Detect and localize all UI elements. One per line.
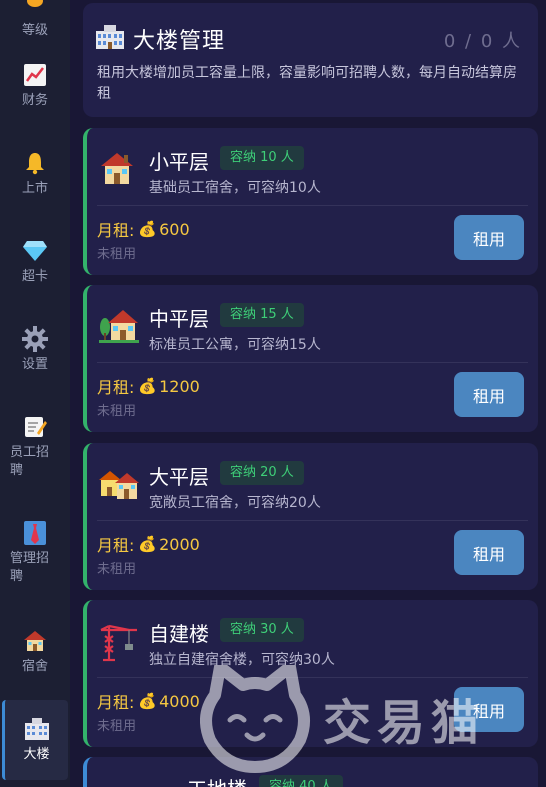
- sidebar-item-label: 管理招聘: [10, 551, 50, 584]
- divider: [97, 520, 528, 521]
- sidebar: 等级 财务 上市 超卡 设置 员工招聘 管理招聘 宿舍 大楼: [0, 0, 70, 787]
- diamond-icon: [22, 238, 48, 264]
- rental-status: 未租用: [97, 404, 137, 419]
- sidebar-item-label: 上市: [21, 181, 48, 196]
- sidebar-item-label: 设置: [21, 357, 48, 372]
- page-title: 大楼管理: [133, 29, 226, 54]
- office-building-icon: [24, 716, 50, 742]
- rent-label: 月租:: [97, 221, 135, 240]
- sidebar-item-label: 大楼: [23, 747, 50, 762]
- rental-status: 未租用: [97, 247, 137, 262]
- sidebar-item-label: 等级: [21, 23, 48, 38]
- rent-button[interactable]: 租用: [454, 687, 524, 732]
- capacity-badge: 容纳 15 人: [220, 303, 304, 327]
- building-name: 大平层: [149, 465, 209, 489]
- sidebar-item-dormitory[interactable]: 宿舍: [0, 628, 70, 676]
- building-card-site: 工地楼 容纳 40 人: [83, 757, 538, 787]
- capacity-badge: 容纳 30 人: [220, 618, 304, 642]
- rent-button[interactable]: 租用: [454, 530, 524, 575]
- sidebar-item-level[interactable]: 等级: [0, 0, 70, 40]
- office-building-icon: [95, 24, 125, 54]
- coin-icon: [22, 0, 48, 18]
- building-description: 基础员工宿舍，可容纳10人: [149, 180, 321, 196]
- divider: [97, 205, 528, 206]
- building-description: 宽敞员工宿舍，可容纳20人: [149, 495, 321, 511]
- sidebar-item-staff-recruit[interactable]: 员工招聘: [0, 414, 70, 480]
- monthly-rent: 月租: 💰 1200: [97, 374, 200, 398]
- rent-button[interactable]: 租用: [454, 372, 524, 417]
- capacity-count: 0 / 0 人: [443, 31, 522, 52]
- monthly-rent: 月租: 💰 2000: [97, 532, 200, 556]
- page-description: 租用大楼增加员工容量上限，容量影响可招聘人数，每月自动结算房租: [97, 65, 517, 102]
- money-bag-icon: 💰: [138, 377, 158, 395]
- house-icon: [22, 628, 48, 654]
- capacity-badge: 容纳 40 人: [259, 775, 343, 787]
- building-card-small: 小平层 容纳 10 人 基础员工宿舍，可容纳10人 月租: 💰 600 未租用 …: [83, 128, 538, 275]
- sidebar-item-building[interactable]: 大楼: [2, 700, 68, 780]
- money-bag-icon: 💰: [138, 692, 158, 710]
- building-name: 自建楼: [149, 622, 209, 646]
- sidebar-item-manager-recruit[interactable]: 管理招聘: [0, 520, 70, 586]
- rent-label: 月租:: [97, 378, 135, 397]
- capacity-badge: 容纳 20 人: [220, 461, 304, 485]
- money-bag-icon: 💰: [138, 220, 158, 238]
- rent-label: 月租:: [97, 693, 135, 712]
- house-with-garden-icon: [99, 307, 139, 347]
- house-icon: [99, 150, 139, 190]
- rent-label: 月租:: [97, 536, 135, 555]
- building-name: 小平层: [149, 150, 209, 174]
- houses-icon: [99, 465, 139, 505]
- sidebar-item-label: 员工招聘: [10, 445, 50, 478]
- sidebar-item-supercard[interactable]: 超卡: [0, 238, 70, 286]
- building-name: 中平层: [149, 307, 209, 331]
- rent-amount: 600: [159, 219, 190, 239]
- rent-amount: 4000: [159, 691, 200, 711]
- rental-status: 未租用: [97, 562, 137, 577]
- sidebar-item-label: 财务: [21, 93, 48, 108]
- monthly-rent: 月租: 💰 4000: [97, 689, 200, 713]
- money-bag-icon: 💰: [138, 535, 158, 553]
- sidebar-item-label: 宿舍: [21, 659, 48, 674]
- rent-amount: 2000: [159, 534, 200, 554]
- monthly-rent: 月租: 💰 600: [97, 217, 190, 241]
- sidebar-item-label: 超卡: [21, 269, 48, 284]
- sidebar-item-ipo[interactable]: 上市: [0, 150, 70, 198]
- building-card-medium: 中平层 容纳 15 人 标准员工公寓，可容纳15人 月租: 💰 1200 未租用…: [83, 285, 538, 432]
- chart-icon: [22, 62, 48, 88]
- memo-icon: [22, 414, 48, 440]
- capacity-badge: 容纳 10 人: [220, 146, 304, 170]
- rental-status: 未租用: [97, 719, 137, 734]
- bell-icon: [22, 150, 48, 176]
- sidebar-item-settings[interactable]: 设置: [0, 326, 70, 374]
- title-row: 大楼管理: [95, 23, 225, 55]
- rent-amount: 1200: [159, 376, 200, 396]
- building-description: 独立自建宿舍楼，可容纳30人: [149, 652, 335, 668]
- building-card-selfbuilt: 自建楼 容纳 30 人 独立自建宿舍楼，可容纳30人 月租: 💰 4000 未租…: [83, 600, 538, 747]
- gear-icon: [22, 326, 48, 352]
- divider: [97, 677, 528, 678]
- building-management-header: 大楼管理 0 / 0 人 租用大楼增加员工容量上限，容量影响可招聘人数，每月自动…: [83, 3, 538, 117]
- construction-crane-icon: [99, 622, 139, 662]
- building-name: 工地楼: [187, 773, 247, 787]
- main-content: 大楼管理 0 / 0 人 租用大楼增加员工容量上限，容量影响可招聘人数，每月自动…: [70, 0, 546, 787]
- rent-button[interactable]: 租用: [454, 215, 524, 260]
- divider: [97, 362, 528, 363]
- sidebar-item-finance[interactable]: 财务: [0, 62, 70, 110]
- building-description: 标准员工公寓，可容纳15人: [149, 337, 321, 353]
- building-card-large: 大平层 容纳 20 人 宽敞员工宿舍，可容纳20人 月租: 💰 2000 未租用…: [83, 443, 538, 590]
- necktie-icon: [22, 520, 48, 546]
